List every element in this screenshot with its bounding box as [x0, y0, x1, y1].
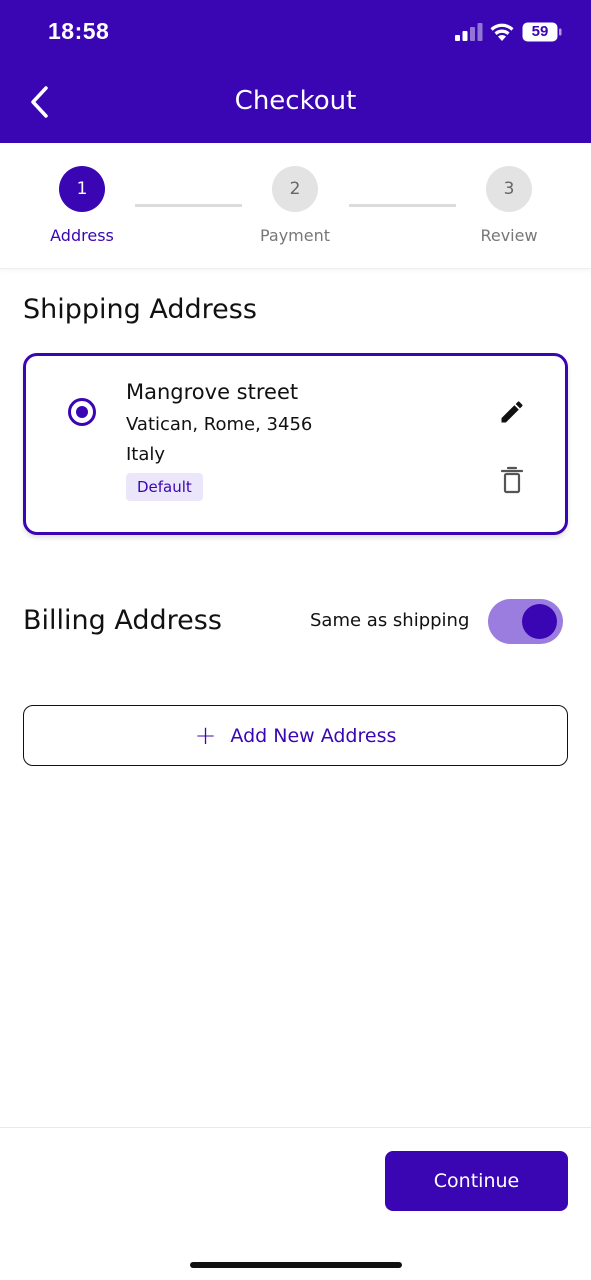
address-street: Mangrove street — [126, 380, 299, 404]
bottom-action-bar: Continue — [0, 1127, 591, 1231]
default-badge: Default — [126, 473, 203, 501]
app-header: 18:58 59 Checkout — [0, 0, 591, 143]
step-review[interactable]: 3 Review — [459, 166, 559, 245]
continue-button[interactable]: Continue — [385, 1151, 568, 1211]
edit-pencil-icon[interactable] — [498, 398, 526, 426]
step-address[interactable]: 1 Address — [32, 166, 132, 245]
add-new-address-button[interactable]: + Add New Address — [23, 705, 568, 766]
step-label: Payment — [259, 226, 331, 245]
step-number: 2 — [272, 166, 318, 212]
toggle-knob — [522, 604, 557, 639]
step-number: 3 — [486, 166, 532, 212]
address-country: Italy — [126, 444, 166, 465]
wifi-icon — [490, 23, 514, 41]
step-connector — [135, 204, 242, 207]
same-as-shipping-label: Same as shipping — [310, 610, 470, 631]
cellular-signal-icon — [455, 23, 483, 41]
battery-level: 59 — [531, 23, 549, 40]
step-connector — [349, 204, 456, 207]
address-city-line: Vatican, Rome, 3456 — [126, 414, 313, 435]
same-as-shipping-toggle[interactable] — [488, 599, 563, 644]
add-new-address-label: Add New Address — [230, 724, 397, 747]
step-payment[interactable]: 2 Payment — [245, 166, 345, 245]
step-number: 1 — [59, 166, 105, 212]
address-radio-button[interactable] — [68, 398, 96, 426]
battery-icon: 59 — [522, 22, 562, 42]
address-card[interactable]: Mangrove street Vatican, Rome, 3456 Ital… — [23, 353, 568, 535]
shipping-address-heading: Shipping Address — [23, 294, 257, 325]
step-label: Address — [50, 226, 114, 245]
step-label: Review — [480, 226, 538, 245]
billing-address-heading: Billing Address — [23, 605, 222, 636]
checkout-stepper: 1 Address 2 Payment 3 Review — [0, 143, 591, 269]
plus-icon: + — [194, 720, 217, 751]
status-time: 18:58 — [48, 18, 110, 44]
home-indicator — [190, 1262, 402, 1268]
page-title: Checkout — [234, 86, 357, 116]
trash-icon[interactable] — [500, 466, 524, 494]
